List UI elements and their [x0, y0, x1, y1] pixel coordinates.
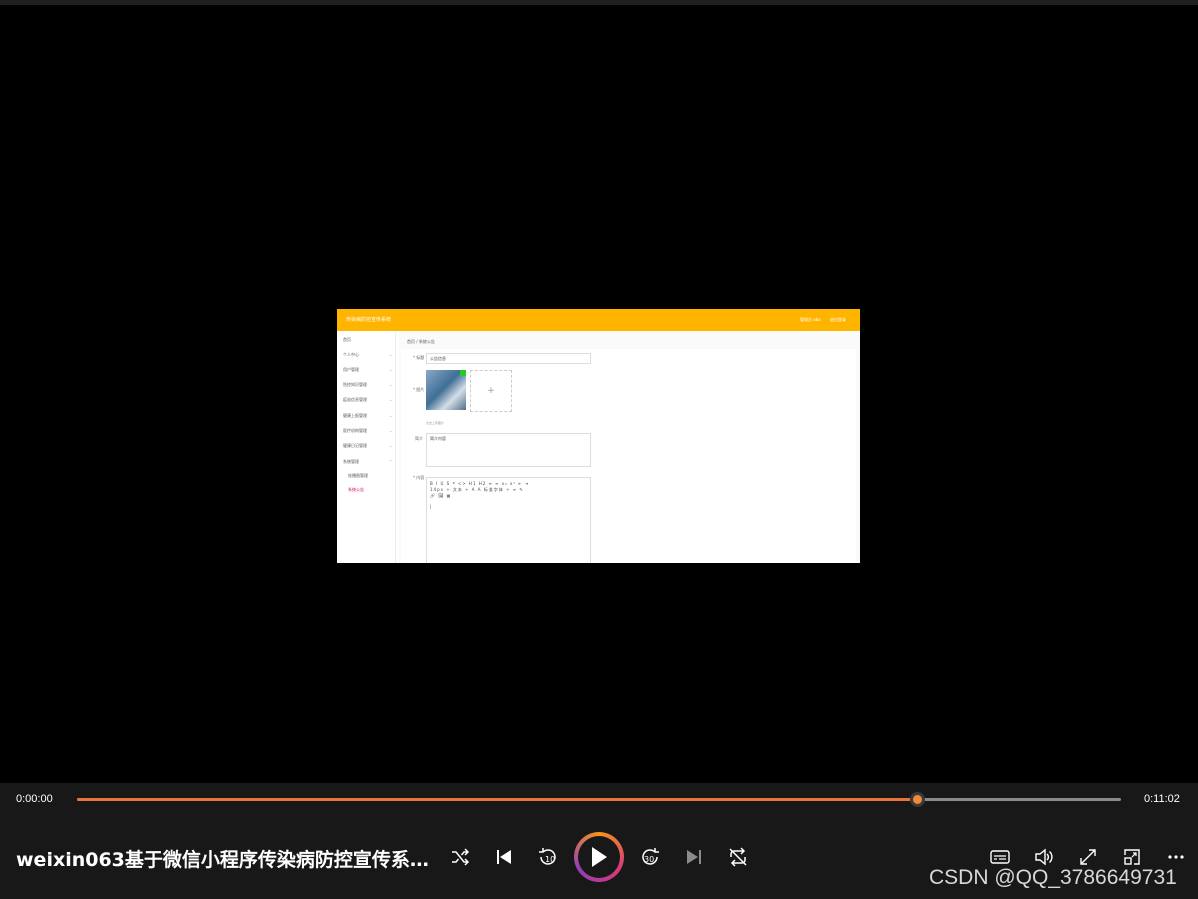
forward-button[interactable]: 30	[636, 843, 664, 871]
repeat-off-icon	[729, 847, 747, 867]
shuffle-button[interactable]	[446, 843, 474, 871]
miniplayer-icon	[1124, 849, 1140, 865]
current-time: 0:00:00	[16, 793, 53, 805]
frame-menu-item: 健康上报管理	[343, 413, 367, 418]
chevron-down-icon: ⌄	[389, 443, 393, 448]
frame-upload-tip: 点击上传图片	[426, 421, 445, 425]
frame-menu-item: 用户管理	[343, 367, 359, 372]
chevron-down-icon: ⌄	[389, 367, 393, 372]
frame-breadcrumb: 首页 / 系统公告	[407, 339, 435, 344]
frame-main: 首页 / 系统公告 * 标题 公告信息 * 图片 + 点击上传图片 简介 简介内…	[399, 331, 860, 563]
check-icon	[460, 370, 466, 376]
frame-title-input: 公告信息	[426, 353, 591, 364]
next-button[interactable]	[680, 843, 708, 871]
frame-app-title: 传染病防控宣传系统	[346, 317, 392, 323]
frame-editor-cursor: |	[430, 504, 433, 509]
repeat-button[interactable]	[724, 843, 752, 871]
seek-bar[interactable]	[77, 792, 1121, 807]
chevron-down-icon: ⌄	[389, 352, 393, 357]
skip-previous-icon	[497, 850, 511, 864]
seek-handle[interactable]	[909, 792, 925, 807]
subtitles-icon	[990, 850, 1010, 864]
frame-editor-toolbar-row1: B I U S ❝ <> H1 H2 ≡ ≡ x₂ x² ⇤ ⇥	[430, 481, 530, 486]
frame-menu-item: 健康日记管理	[343, 443, 367, 448]
frame-editor-toolbar-row3: 🔗 🖼 ▦	[430, 493, 452, 498]
frame-menu-subitem-active: 系统公告	[348, 487, 364, 492]
fullscreen-icon	[1080, 849, 1096, 865]
frame-title-value: 公告信息	[430, 356, 446, 361]
rewind-10-icon: 10	[539, 848, 556, 865]
chevron-down-icon: ⌄	[389, 428, 393, 433]
rewind-label: 10	[545, 855, 555, 864]
play-button[interactable]	[574, 832, 624, 882]
seek-bar-fill	[77, 798, 918, 801]
video-frame-admin-page: 传染病防控宣传系统 管理员 abo 退出登录 首页 个人中心 ⌄ 用户管理 ⌄ …	[337, 309, 860, 563]
frame-header: 传染病防控宣传系统 管理员 abo 退出登录	[337, 309, 860, 331]
frame-title-label: * 标题	[413, 355, 425, 360]
frame-summary-textarea: 简介内容	[426, 433, 591, 467]
frame-sidebar: 首页 个人中心 ⌄ 用户管理 ⌄ 防控知识管理 ⌄ 疫苗信息管理 ⌄ 健康上报管…	[337, 331, 396, 563]
frame-rich-editor: B I U S ❝ <> H1 H2 ≡ ≡ x₂ x² ⇤ ⇥ 14px ÷ …	[426, 477, 591, 563]
watermark: CSDN @QQ_3786649731	[929, 866, 1177, 889]
frame-upload-button: +	[470, 370, 512, 412]
frame-menu-item: 疫苗信息管理	[343, 397, 367, 402]
more-icon	[1168, 855, 1184, 859]
rewind-button[interactable]: 10	[534, 843, 562, 871]
frame-menu-item: 个人中心	[343, 352, 359, 357]
forward-30-icon: 30	[642, 848, 659, 865]
skip-next-icon	[687, 850, 701, 864]
frame-header-user: 管理员 abo	[800, 317, 821, 322]
previous-button[interactable]	[490, 843, 518, 871]
frame-form-panel: * 标题 公告信息 * 图片 + 点击上传图片 简介 简介内容 * 内容 B I…	[401, 349, 856, 563]
frame-menu-item: 防控知识管理	[343, 382, 367, 387]
chevron-down-icon: ⌄	[389, 382, 393, 387]
frame-uploaded-image	[426, 370, 466, 410]
frame-header-logout: 退出登录	[830, 317, 846, 322]
frame-image-label: * 图片	[413, 387, 425, 392]
play-icon	[592, 847, 607, 867]
video-title: weixin063基于微信小程序传染病防控宣传系…	[16, 849, 429, 871]
shuffle-icon	[452, 848, 470, 866]
volume-icon	[1035, 848, 1053, 866]
chevron-down-icon: ⌄	[389, 413, 393, 418]
frame-menu-item: 系统管理	[343, 459, 359, 464]
frame-menu-subitem: 轮播图管理	[348, 473, 368, 478]
forward-label: 30	[644, 855, 654, 864]
total-time: 0:11:02	[1144, 793, 1180, 805]
frame-menu-item: 首页	[343, 337, 351, 342]
frame-summary-label: 简介	[415, 436, 423, 441]
frame-content-label: * 内容	[413, 475, 425, 480]
frame-summary-value: 简介内容	[430, 436, 446, 441]
chevron-down-icon: ⌄	[389, 397, 393, 402]
frame-menu-item: 医疗机构管理	[343, 428, 367, 433]
chevron-up-icon: ⌃	[389, 459, 393, 464]
